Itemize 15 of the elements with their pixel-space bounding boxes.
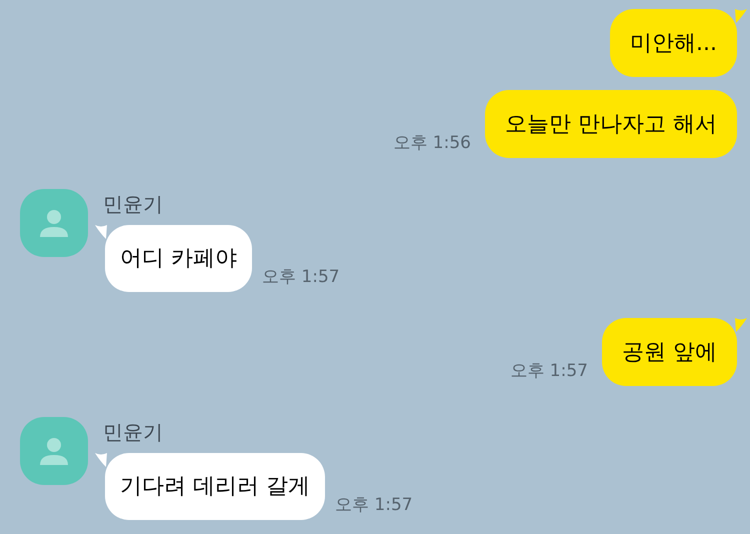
person-icon bbox=[39, 208, 69, 238]
message-time: 오후 1:57 bbox=[335, 497, 413, 517]
avatar[interactable] bbox=[20, 189, 88, 257]
message-time: 오후 1:57 bbox=[262, 269, 340, 289]
sender-name: 민윤기 bbox=[103, 191, 164, 217]
message-time: 오후 1:56 bbox=[393, 135, 471, 155]
message-bubble: 기다려 데리러 갈게 bbox=[105, 453, 325, 520]
message-bubble: 공원 앞에 bbox=[602, 318, 737, 386]
message-bubble: 어디 카페야 bbox=[105, 225, 252, 292]
avatar[interactable] bbox=[20, 417, 88, 485]
message-bubble: 미안해... bbox=[610, 9, 737, 77]
message-time: 오후 1:57 bbox=[510, 363, 588, 383]
person-icon bbox=[39, 436, 69, 466]
message-bubble: 오늘만 만나자고 해서 bbox=[485, 90, 737, 158]
sender-name: 민윤기 bbox=[103, 419, 164, 445]
